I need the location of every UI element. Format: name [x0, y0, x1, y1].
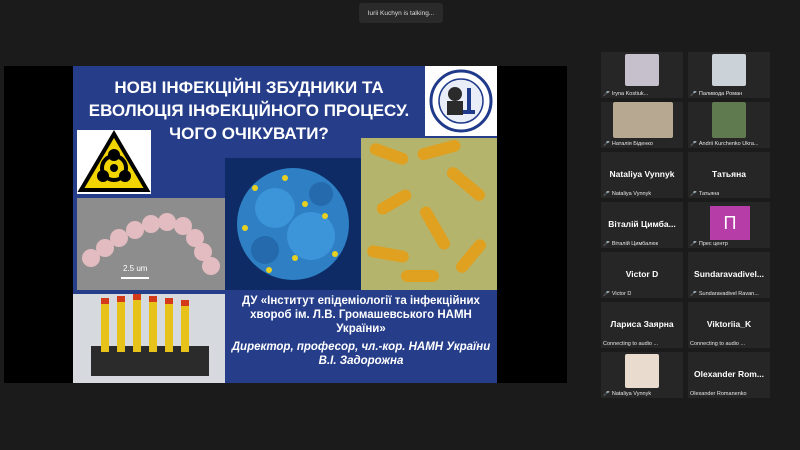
participant-tile[interactable]: Victor D 🎤 Victor D — [601, 252, 683, 298]
mic-muted-icon: 🎤 — [690, 91, 697, 97]
mic-muted-icon: 🎤 — [690, 141, 697, 147]
presentation-slide: НОВІ ІНФЕКЦІЙНІ ЗБУДНИКИ ТА ЕВОЛЮЦІЯ ІНФ… — [73, 66, 497, 383]
participant-video — [712, 54, 746, 86]
participant-avatar: П — [710, 206, 750, 240]
participant-tile[interactable]: Віталій Цимба... 🎤 Віталій Цимбалюк — [601, 202, 683, 248]
participant-name: Татьяна — [712, 169, 746, 179]
participant-label: Connecting to audio ... — [690, 341, 746, 347]
mic-muted-icon: 🎤 — [603, 391, 610, 397]
scale-label: 2.5 um — [123, 264, 148, 273]
participant-tile[interactable]: Sundaravadivel... 🎤 Sundaravadivel Ravan.… — [688, 252, 770, 298]
participant-label: 🎤 Прес центр — [690, 241, 728, 247]
participant-tile[interactable]: 🎤 Andrii Kurchenko Ukra... — [688, 102, 770, 148]
institute-logo — [425, 66, 497, 136]
biohazard-icon — [77, 130, 151, 194]
test-tubes-image — [73, 294, 225, 383]
participant-tile[interactable]: Olexander Rom... Olexander Romanenko — [688, 352, 770, 398]
mic-muted-icon: 🎤 — [690, 291, 697, 297]
participant-label: 🎤 Nataliya Vynnyk — [603, 191, 652, 197]
mic-muted-icon: 🎤 — [690, 191, 697, 197]
participant-video — [625, 354, 659, 388]
participant-tile[interactable]: П 🎤 Прес центр — [688, 202, 770, 248]
mic-muted-icon: 🎤 — [603, 191, 610, 197]
bacteria-rods-image — [361, 138, 497, 290]
participant-label: 🎤 Паливода Роман — [690, 91, 743, 97]
participant-tile[interactable]: 🎤 Nataliya Vynnyk — [601, 352, 683, 398]
participant-video — [625, 54, 659, 86]
participant-tile[interactable]: Татьяна 🎤 Татьяна — [688, 152, 770, 198]
participant-label: 🎤 Victor D — [603, 291, 632, 297]
participant-tile[interactable]: Viktoriia_K Connecting to audio ... — [688, 302, 770, 348]
participant-label: 🎤 Andrii Kurchenko Ukra... — [690, 141, 759, 147]
participant-name: Лариса Заярна — [610, 319, 674, 329]
mic-muted-icon: 🎤 — [603, 141, 610, 147]
participant-name: Victor D — [625, 269, 659, 279]
virus-cell-image — [225, 158, 361, 290]
participant-video — [613, 102, 673, 138]
participant-video — [712, 102, 746, 138]
participant-tile[interactable]: 🎤 Iryna Kostiuk... — [601, 52, 683, 98]
streptococcus-image: 2.5 um — [77, 198, 225, 290]
participant-label: Olexander Romanenko — [690, 391, 747, 397]
institute-info: ДУ «Інститут епідеміології та інфекційни… — [225, 294, 497, 383]
participant-name: Sundaravadivel... — [694, 269, 764, 279]
participant-name: Nataliya Vynnyk — [609, 169, 675, 179]
speaker-indicator: Iurii Kuchyn is talking... — [359, 3, 443, 23]
participant-tile[interactable]: Nataliya Vynnyk 🎤 Nataliya Vynnyk — [601, 152, 683, 198]
participant-name: Віталій Цимба... — [608, 219, 676, 229]
participant-tile[interactable]: 🎤 Наталія Біденко — [601, 102, 683, 148]
participant-tile[interactable]: Лариса Заярна Connecting to audio ... — [601, 302, 683, 348]
participant-label: 🎤 Наталія Біденко — [603, 141, 653, 147]
participant-name: Olexander Rom... — [694, 369, 764, 379]
participant-label: 🎤 Iryna Kostiuk... — [603, 91, 649, 97]
participant-label: 🎤 Віталій Цимбалюк — [603, 241, 658, 247]
participant-name: Viktoriia_K — [706, 319, 752, 329]
participant-label: 🎤 Татьяна — [690, 191, 720, 197]
participant-label: 🎤 Sundaravadivel Ravan... — [690, 291, 759, 297]
mic-muted-icon: 🎤 — [603, 241, 610, 247]
presenter-role: Директор, професор, чл.-кор. НАМН Україн… — [231, 341, 491, 367]
mic-muted-icon: 🎤 — [603, 91, 610, 97]
participant-label: 🎤 Nataliya Vynnyk — [603, 391, 652, 397]
participant-label: Connecting to audio ... — [603, 341, 659, 347]
mic-muted-icon: 🎤 — [603, 291, 610, 297]
participant-tile[interactable]: 🎤 Паливода Роман — [688, 52, 770, 98]
mic-muted-icon: 🎤 — [690, 241, 697, 247]
